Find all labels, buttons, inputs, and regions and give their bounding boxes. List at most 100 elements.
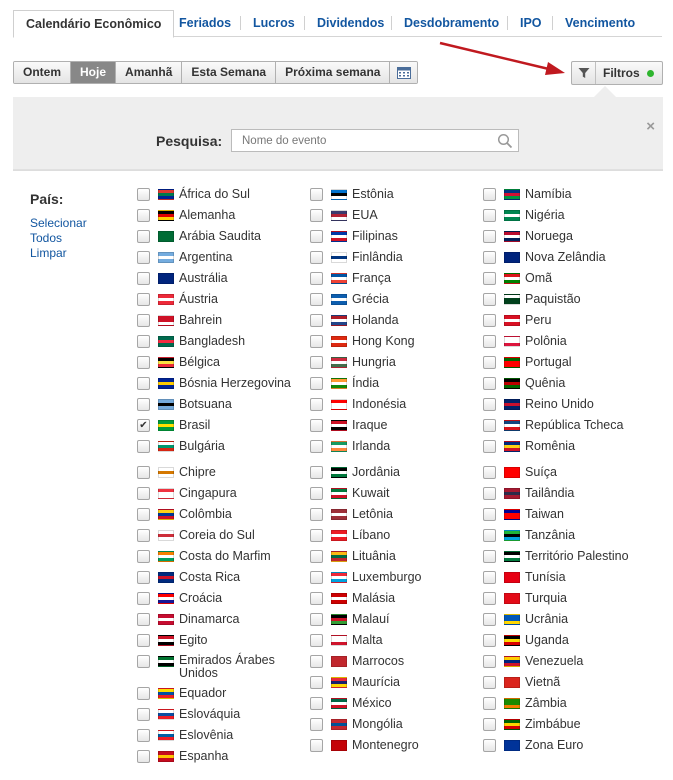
country-option-bahrein[interactable]: Bahrein	[137, 310, 222, 331]
country-checkbox[interactable]	[310, 419, 323, 432]
select-all-link[interactable]: Selecionar	[30, 216, 87, 230]
country-checkbox[interactable]	[483, 613, 496, 626]
country-checkbox[interactable]	[137, 571, 150, 584]
country-checkbox[interactable]	[137, 314, 150, 327]
country-option-brasil[interactable]: ✔ Brasil	[137, 415, 210, 436]
country-checkbox[interactable]	[137, 335, 150, 348]
country-checkbox[interactable]	[483, 188, 496, 201]
country-checkbox[interactable]	[483, 592, 496, 605]
country-option-peru[interactable]: Peru	[483, 310, 551, 331]
country-option-coreia-do-sul[interactable]: Coreia do Sul	[137, 525, 255, 546]
country-checkbox[interactable]	[310, 356, 323, 369]
country-option-lituania[interactable]: Lituânia	[310, 546, 396, 567]
country-option-espanha[interactable]: Espanha	[137, 746, 228, 767]
country-option-eslovaquia[interactable]: Eslováquia	[137, 704, 240, 725]
country-checkbox[interactable]	[137, 466, 150, 479]
tab-expiration[interactable]: Vencimento	[553, 10, 647, 37]
country-option-reino-unido[interactable]: Reino Unido	[483, 394, 594, 415]
country-option-uganda[interactable]: Uganda	[483, 630, 569, 651]
tomorrow-button[interactable]: Amanhã	[116, 62, 183, 83]
country-option-croacia[interactable]: Croácia	[137, 588, 222, 609]
country-option-romenia[interactable]: Romênia	[483, 436, 575, 457]
country-checkbox[interactable]	[137, 209, 150, 222]
country-checkbox[interactable]	[310, 251, 323, 264]
country-option-oma[interactable]: Omã	[483, 268, 552, 289]
country-checkbox[interactable]	[310, 739, 323, 752]
country-option-namibia[interactable]: Namíbia	[483, 184, 572, 205]
country-option-territorio-palestino[interactable]: Território Palestino	[483, 546, 629, 567]
country-checkbox[interactable]	[310, 634, 323, 647]
country-option-iraque[interactable]: Iraque	[310, 415, 387, 436]
country-checkbox[interactable]	[483, 440, 496, 453]
country-option-equador[interactable]: Equador	[137, 683, 226, 704]
country-option-botsuana[interactable]: Botsuana	[137, 394, 232, 415]
country-checkbox[interactable]	[137, 687, 150, 700]
country-checkbox[interactable]	[137, 729, 150, 742]
country-option-costa-rica[interactable]: Costa Rica	[137, 567, 240, 588]
country-option-australia[interactable]: Austrália	[137, 268, 228, 289]
country-option-belgica[interactable]: Bélgica	[137, 352, 220, 373]
country-option-bulgaria[interactable]: Bulgária	[137, 436, 225, 457]
country-checkbox[interactable]	[310, 571, 323, 584]
tab-economic-calendar[interactable]: Calendário Econômico	[13, 10, 175, 38]
country-option-chipre[interactable]: Chipre	[137, 462, 216, 483]
tab-dividends[interactable]: Dividendos	[305, 10, 396, 37]
country-checkbox[interactable]	[483, 697, 496, 710]
select-all-link-line2[interactable]: Todos	[30, 231, 62, 245]
country-option-noruega[interactable]: Noruega	[483, 226, 573, 247]
country-checkbox[interactable]	[310, 529, 323, 542]
country-checkbox[interactable]: ✔	[137, 419, 150, 432]
country-option-austria[interactable]: Áustria	[137, 289, 218, 310]
country-option-luxemburgo[interactable]: Luxemburgo	[310, 567, 422, 588]
country-option-portugal[interactable]: Portugal	[483, 352, 572, 373]
country-option-quenia[interactable]: Quênia	[483, 373, 565, 394]
country-checkbox[interactable]	[483, 718, 496, 731]
country-option-mexico[interactable]: México	[310, 693, 392, 714]
country-option-filipinas[interactable]: Filipinas	[310, 226, 398, 247]
country-checkbox[interactable]	[483, 272, 496, 285]
country-option-nigeria[interactable]: Nigéria	[483, 205, 565, 226]
country-checkbox[interactable]	[483, 314, 496, 327]
country-checkbox[interactable]	[310, 697, 323, 710]
country-checkbox[interactable]	[137, 293, 150, 306]
country-option-eslovenia[interactable]: Eslovênia	[137, 725, 233, 746]
country-checkbox[interactable]	[483, 466, 496, 479]
this-week-button[interactable]: Esta Semana	[182, 62, 277, 83]
country-checkbox[interactable]	[483, 487, 496, 500]
country-checkbox[interactable]	[310, 293, 323, 306]
yesterday-button[interactable]: Ontem	[14, 62, 72, 83]
country-option-libano[interactable]: Líbano	[310, 525, 390, 546]
country-option-arabia-saudita[interactable]: Arábia Saudita	[137, 226, 261, 247]
country-checkbox[interactable]	[310, 592, 323, 605]
country-checkbox[interactable]	[310, 655, 323, 668]
tab-splits[interactable]: Desdobramento	[392, 10, 511, 37]
country-option-tailandia[interactable]: Tailândia	[483, 483, 574, 504]
country-checkbox[interactable]	[310, 550, 323, 563]
country-checkbox[interactable]	[137, 655, 150, 668]
country-option-tanzania[interactable]: Tanzânia	[483, 525, 575, 546]
country-option-zambia[interactable]: Zâmbia	[483, 693, 567, 714]
country-option-marrocos[interactable]: Marrocos	[310, 651, 404, 672]
country-checkbox[interactable]	[483, 209, 496, 222]
country-checkbox[interactable]	[137, 377, 150, 390]
tab-holidays[interactable]: Feriados	[167, 10, 243, 37]
country-checkbox[interactable]	[137, 613, 150, 626]
country-option-hong-kong[interactable]: Hong Kong	[310, 331, 415, 352]
today-button[interactable]: Hoje	[71, 62, 117, 83]
country-checkbox[interactable]	[483, 550, 496, 563]
country-checkbox[interactable]	[310, 272, 323, 285]
country-checkbox[interactable]	[137, 708, 150, 721]
country-checkbox[interactable]	[137, 550, 150, 563]
country-option-argentina[interactable]: Argentina	[137, 247, 233, 268]
country-checkbox[interactable]	[137, 272, 150, 285]
country-checkbox[interactable]	[310, 487, 323, 500]
country-option-paquistao[interactable]: Paquistão	[483, 289, 581, 310]
country-option-jordania[interactable]: Jordânia	[310, 462, 400, 483]
country-option-venezuela[interactable]: Venezuela	[483, 651, 583, 672]
country-option-polonia[interactable]: Polônia	[483, 331, 567, 352]
country-checkbox[interactable]	[483, 508, 496, 521]
tab-earnings[interactable]: Lucros	[241, 10, 307, 37]
country-checkbox[interactable]	[483, 377, 496, 390]
country-checkbox[interactable]	[310, 230, 323, 243]
country-option-franca[interactable]: França	[310, 268, 391, 289]
